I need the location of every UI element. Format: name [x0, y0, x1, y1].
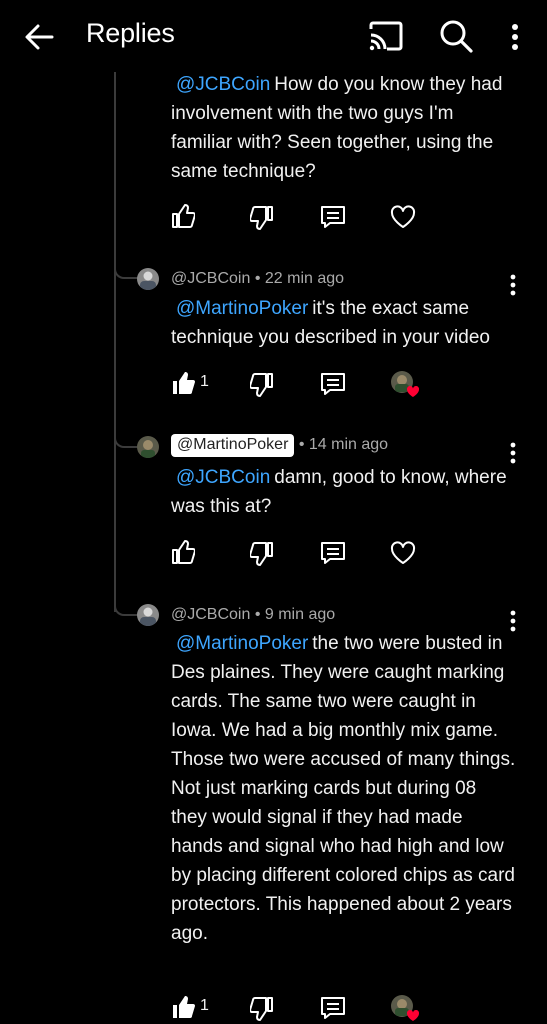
like-icon[interactable]	[171, 539, 195, 565]
like-count: 1	[200, 997, 209, 1014]
dislike-icon[interactable]	[250, 205, 274, 231]
reply-actions: 1	[171, 370, 431, 398]
search-icon[interactable]	[438, 18, 474, 54]
reply-actions: 1	[171, 994, 431, 1022]
timestamp: 14 min ago	[308, 436, 389, 453]
reply-icon[interactable]	[320, 996, 346, 1020]
creator-heart-icon	[390, 370, 420, 398]
author-name[interactable]: @JCBCoin	[171, 606, 250, 623]
app-bar: Replies	[0, 0, 547, 72]
reply-actions	[171, 539, 431, 567]
reply-icon[interactable]	[320, 372, 346, 396]
thread-line	[114, 72, 116, 612]
reply-meta: @MartinoPoker • 14 min ago	[171, 434, 388, 457]
mention-link[interactable]: @MartinoPoker	[176, 298, 308, 319]
dislike-icon[interactable]	[250, 372, 274, 398]
reply-meta: @JCBCoin • 22 min ago	[171, 270, 344, 288]
creator-heart-icon	[390, 994, 420, 1022]
reply-actions	[171, 203, 431, 231]
separator: •	[294, 436, 309, 453]
reply-body: the two were busted in Des plaines. They…	[171, 633, 516, 944]
mention-link[interactable]: @MartinoPoker	[176, 633, 308, 654]
mention-link[interactable]: @JCBCoin	[176, 467, 270, 488]
reply-text: @MartinoPoker it's the exact same techniq…	[171, 294, 516, 352]
reply-icon[interactable]	[320, 541, 346, 565]
page-title: Replies	[86, 18, 175, 48]
mention-link[interactable]: @JCBCoin	[176, 74, 270, 95]
reply-text: @JCBCoin How do you know they had involve…	[171, 70, 516, 186]
more-vert-icon[interactable]	[503, 441, 523, 465]
reply-meta: @JCBCoin • 9 min ago	[171, 606, 335, 624]
reply-icon[interactable]	[320, 205, 346, 229]
author-name[interactable]: @JCBCoin	[171, 270, 250, 287]
reply-text: @MartinoPoker the two were busted in Des …	[171, 629, 516, 948]
separator: •	[250, 270, 265, 287]
more-vert-icon[interactable]	[500, 20, 530, 54]
heart-icon[interactable]	[390, 205, 416, 229]
like-count: 1	[200, 373, 209, 390]
like-icon[interactable]	[171, 203, 195, 229]
heart-icon[interactable]	[390, 541, 416, 565]
cast-icon[interactable]	[367, 19, 405, 53]
back-arrow-icon[interactable]	[22, 20, 56, 54]
timestamp: 22 min ago	[264, 270, 345, 287]
dislike-icon[interactable]	[250, 541, 274, 567]
like-filled-icon[interactable]	[171, 370, 195, 396]
creator-badge[interactable]: @MartinoPoker	[171, 434, 295, 457]
dislike-icon[interactable]	[250, 996, 274, 1022]
like-filled-icon[interactable]	[171, 994, 195, 1020]
avatar[interactable]	[137, 268, 159, 290]
timestamp: 9 min ago	[264, 606, 336, 623]
avatar[interactable]	[137, 604, 159, 626]
reply-text: @JCBCoin damn, good to know, where was th…	[171, 463, 516, 521]
separator: •	[250, 606, 265, 623]
avatar[interactable]	[137, 436, 159, 458]
